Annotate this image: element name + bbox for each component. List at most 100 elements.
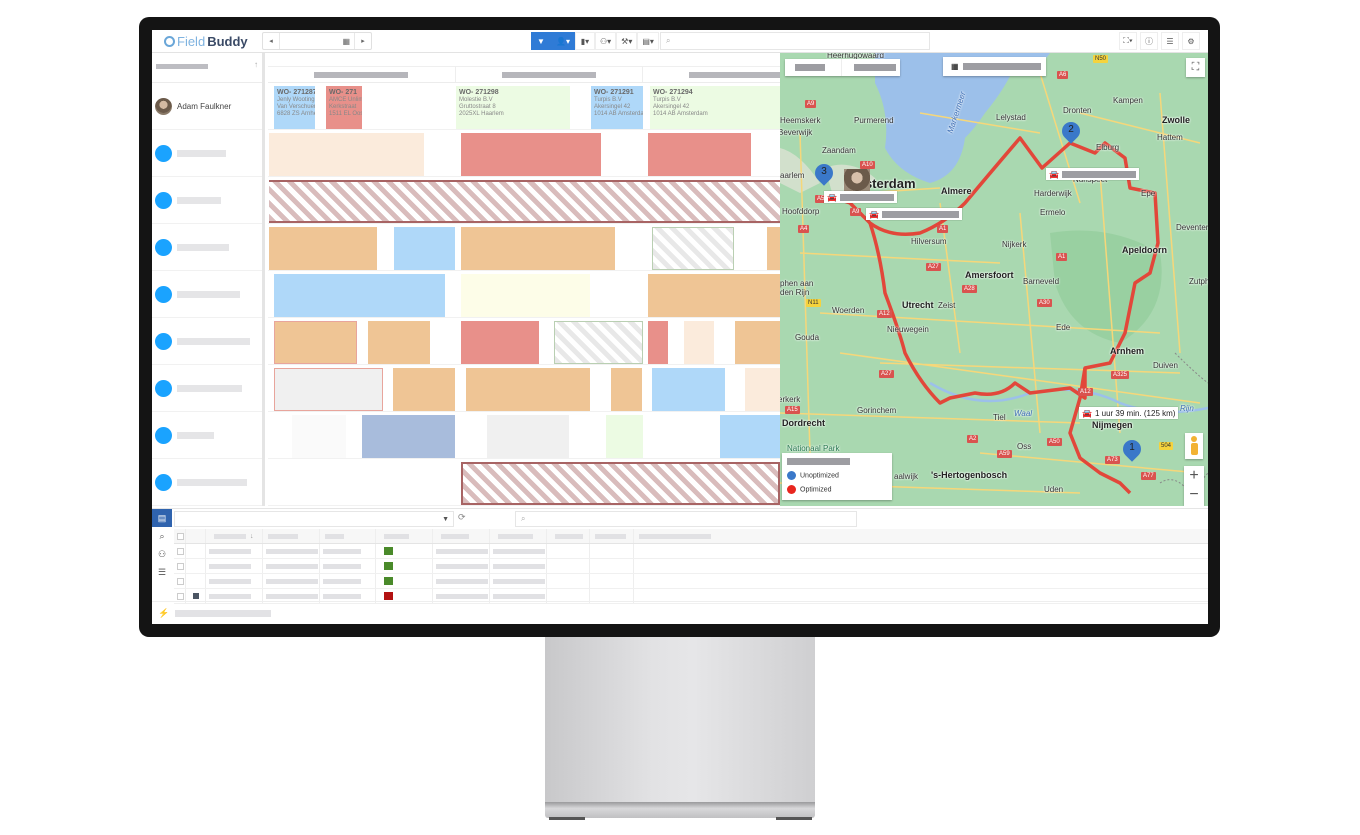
resource-column-header[interactable]: ↑ [152, 53, 262, 83]
appointment-block[interactable] [684, 321, 714, 364]
appointment-block[interactable] [487, 415, 569, 458]
work-order-card[interactable]: WO- 271294 Turpis B.V Akersingel 42 1014… [650, 86, 780, 129]
appointment-block[interactable] [461, 321, 539, 364]
map-layer-button[interactable]: ▦ [943, 57, 1046, 76]
info-button[interactable]: ⓘ [1140, 32, 1158, 50]
appointment-block[interactable] [461, 227, 615, 270]
tentative-block[interactable] [554, 321, 643, 364]
resource-row[interactable] [152, 177, 262, 224]
table-cell[interactable] [174, 559, 186, 573]
sort-icon[interactable]: ↑ [254, 60, 258, 69]
work-order-card[interactable]: WO- 271298 Molestie B.V Gruttostraat 8 2… [456, 86, 570, 129]
header-cell[interactable] [547, 529, 590, 543]
appointment-block[interactable] [269, 227, 377, 270]
list-view-button[interactable]: ▤ [152, 509, 172, 527]
appointment-block[interactable] [274, 274, 445, 317]
route-segment-tag[interactable]: 🚘 [866, 208, 962, 220]
header-cell[interactable] [376, 529, 433, 543]
appointment-block[interactable] [720, 415, 780, 458]
list-dropdown-button[interactable]: ▤▾ [637, 32, 659, 50]
appointment-block[interactable] [292, 415, 346, 458]
appointment-block[interactable] [767, 227, 780, 270]
row-checkbox[interactable] [177, 547, 184, 555]
select-all-checkbox-cell[interactable] [174, 529, 186, 543]
route-summary-tag[interactable]: 🚘 1 uur 39 min. (125 km) [1079, 407, 1179, 419]
appointment-block[interactable] [648, 321, 668, 364]
appointment-block[interactable] [393, 368, 455, 411]
appointment-block[interactable] [461, 133, 601, 176]
prev-date-button[interactable]: ◂ [263, 37, 279, 45]
search-button[interactable]: ⌕ [152, 527, 172, 545]
tools-dropdown-button[interactable]: ⚒▾ [616, 32, 638, 50]
appointment-block[interactable] [461, 274, 590, 317]
resource-row[interactable] [152, 412, 262, 459]
table-row[interactable] [174, 559, 1208, 574]
map-type-satellite-button[interactable] [854, 64, 896, 71]
list-search-input[interactable]: ⌕ [515, 511, 857, 527]
appointment-block[interactable] [652, 368, 725, 411]
fullscreen-button[interactable]: ⛶ [1186, 58, 1205, 77]
settings-button[interactable]: ⚙ [1182, 32, 1200, 50]
resource-row[interactable] [152, 318, 262, 365]
toolbar-search-input[interactable]: ⌕ [660, 32, 930, 50]
appointment-block[interactable] [648, 274, 780, 317]
assign-button[interactable]: ⚇ [152, 545, 172, 563]
table-row[interactable] [174, 544, 1208, 559]
resource-row[interactable] [152, 365, 262, 412]
select-all-checkbox[interactable] [177, 532, 184, 540]
work-order-card[interactable]: WO- 271291 Turpis B.V Akersingel 42 1014… [591, 86, 643, 129]
table-row[interactable] [174, 574, 1208, 589]
route-segment-tag[interactable]: 🚘 [824, 191, 897, 203]
tentative-block[interactable] [652, 227, 734, 270]
row-checkbox[interactable] [177, 592, 184, 600]
team-dropdown-button[interactable]: ⚇▾ [594, 32, 617, 50]
columns-button[interactable]: ☰ [1161, 32, 1179, 50]
resource-dropdown-button[interactable]: 👤▾ [551, 32, 575, 50]
bookmark-dropdown-button[interactable]: ▮▾ [574, 32, 595, 50]
route-segment-tag[interactable]: 🚘 [1046, 168, 1139, 180]
resource-row[interactable] [152, 224, 262, 271]
header-cell[interactable] [263, 529, 320, 543]
resource-row[interactable]: Adam Faulkner [152, 83, 262, 130]
work-order-card[interactable]: WO- 271 AMCE Unlimited Kerkstraat 1511 E… [326, 86, 362, 129]
filter-button[interactable]: ☰ [152, 563, 172, 581]
appointment-block[interactable] [274, 368, 383, 411]
list-view-select[interactable]: ▼ [174, 511, 454, 527]
resource-row[interactable] [152, 271, 262, 318]
header-cell[interactable] [490, 529, 547, 543]
appointment-block[interactable] [394, 227, 455, 270]
zoom-in-button[interactable]: + [1184, 466, 1204, 485]
header-cell[interactable] [433, 529, 490, 543]
map-type-map-button[interactable] [795, 64, 825, 71]
work-order-card[interactable]: WO- 271287 Jenly Wooting Van Verschuer 6… [274, 86, 315, 129]
table-cell[interactable] [174, 574, 186, 588]
appointment-block[interactable] [606, 415, 643, 458]
appointment-block[interactable] [466, 368, 590, 411]
header-cell[interactable] [320, 529, 376, 543]
street-view-pegman[interactable] [1185, 433, 1203, 459]
appointment-block[interactable] [362, 415, 455, 458]
header-cell[interactable] [634, 529, 1208, 543]
appointment-block[interactable] [269, 133, 424, 176]
technician-photo-marker[interactable] [844, 169, 870, 191]
appointment-block[interactable] [745, 368, 780, 411]
appointment-block[interactable] [274, 321, 357, 364]
appointment-block[interactable] [648, 133, 751, 176]
date-picker[interactable]: ▦ [279, 33, 355, 49]
table-cell[interactable] [174, 544, 186, 558]
resource-row[interactable] [152, 459, 262, 506]
header-cell[interactable] [590, 529, 634, 543]
header-cell[interactable]: ↓ [206, 529, 263, 543]
refresh-button[interactable]: ⟳ [458, 512, 466, 523]
absence-block[interactable] [461, 462, 780, 505]
zoom-out-button[interactable]: − [1184, 485, 1204, 504]
next-date-button[interactable]: ▸ [355, 37, 371, 45]
route-map[interactable]: Heerhugowaard Heemskerk Beverwijk Purmer… [780, 53, 1208, 506]
row-checkbox[interactable] [177, 562, 184, 570]
map-toggle-button[interactable]: ⛶▾ [1119, 32, 1137, 50]
resource-row[interactable] [152, 130, 262, 177]
appointment-block[interactable] [611, 368, 642, 411]
row-checkbox[interactable] [177, 577, 184, 585]
absence-block[interactable] [269, 180, 780, 223]
appointment-block[interactable] [368, 321, 430, 364]
